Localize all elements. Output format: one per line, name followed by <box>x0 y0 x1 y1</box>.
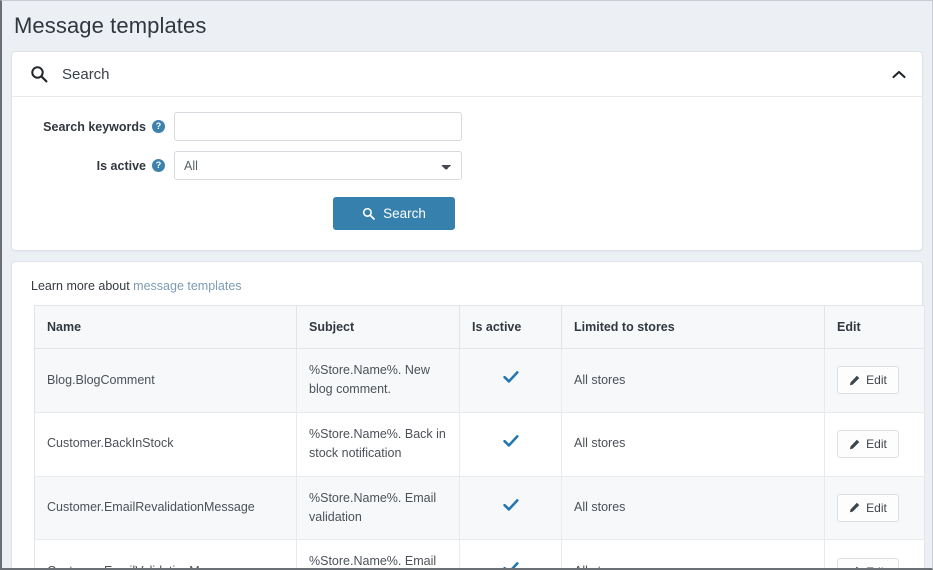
cell-edit: Edit <box>825 540 925 570</box>
cell-subject: %Store.Name%. New blog comment. <box>297 349 460 413</box>
is-active-label: Is active ? <box>12 159 174 173</box>
cell-is-active <box>460 540 562 570</box>
page-header: Message templates <box>2 1 932 45</box>
is-active-select[interactable]: All <box>174 151 462 180</box>
search-form: Search keywords ? Is active ? All <box>12 97 922 250</box>
table-row: Customer.EmailRevalidationMessage %Store… <box>35 476 925 540</box>
cell-stores: All stores <box>562 349 825 413</box>
search-keywords-label-text: Search keywords <box>43 120 146 134</box>
message-templates-link[interactable]: message templates <box>133 279 241 293</box>
search-icon <box>362 207 375 220</box>
pencil-icon <box>849 375 860 386</box>
pencil-icon <box>849 502 860 513</box>
edit-button-label: Edit <box>866 373 887 387</box>
cell-name: Customer.EmailValidationMessage <box>35 540 297 570</box>
column-header-name[interactable]: Name <box>35 306 297 349</box>
cell-is-active <box>460 476 562 540</box>
app-window: Message templates Search Search keywords <box>0 0 933 570</box>
cell-subject: %Store.Name%. Back in stock notification <box>297 412 460 476</box>
check-icon <box>503 434 519 448</box>
cell-name: Customer.EmailRevalidationMessage <box>35 476 297 540</box>
table-body: Blog.BlogComment %Store.Name%. New blog … <box>35 349 925 570</box>
templates-table-wrapper: Name Subject Is active Limited to stores… <box>12 305 922 570</box>
chevron-up-icon[interactable] <box>892 70 906 79</box>
cell-stores: All stores <box>562 476 825 540</box>
cell-is-active <box>460 412 562 476</box>
search-panel: Search Search keywords ? Is active ? <box>11 51 923 251</box>
cell-name: Blog.BlogComment <box>35 349 297 413</box>
cell-name: Customer.BackInStock <box>35 412 297 476</box>
search-keywords-input[interactable] <box>174 112 462 141</box>
learn-more-text: Learn more about message templates <box>12 262 922 305</box>
check-icon <box>503 370 519 384</box>
column-header-limited-to-stores[interactable]: Limited to stores <box>562 306 825 349</box>
search-icon <box>30 65 48 83</box>
search-panel-header[interactable]: Search <box>12 52 922 97</box>
table-row: Customer.EmailValidationMessage %Store.N… <box>35 540 925 570</box>
edit-button[interactable]: Edit <box>837 430 899 458</box>
is-active-label-text: Is active <box>97 159 146 173</box>
pencil-icon <box>849 566 860 570</box>
search-keywords-label: Search keywords ? <box>12 120 174 134</box>
table-head: Name Subject Is active Limited to stores… <box>35 306 925 349</box>
search-button[interactable]: Search <box>333 197 455 230</box>
table-row: Blog.BlogComment %Store.Name%. New blog … <box>35 349 925 413</box>
table-row: Customer.BackInStock %Store.Name%. Back … <box>35 412 925 476</box>
search-button-label: Search <box>383 206 426 221</box>
pencil-icon <box>849 439 860 450</box>
help-circle-icon[interactable]: ? <box>152 120 165 133</box>
search-panel-title: Search <box>62 66 892 83</box>
column-header-edit: Edit <box>825 306 925 349</box>
table-header-row: Name Subject Is active Limited to stores… <box>35 306 925 349</box>
edit-button-label: Edit <box>866 501 887 515</box>
help-circle-icon[interactable]: ? <box>152 159 165 172</box>
column-header-is-active[interactable]: Is active <box>460 306 562 349</box>
templates-table: Name Subject Is active Limited to stores… <box>34 305 925 570</box>
form-row-keywords: Search keywords ? <box>12 112 922 141</box>
column-header-subject[interactable]: Subject <box>297 306 460 349</box>
cell-edit: Edit <box>825 476 925 540</box>
edit-button-label: Edit <box>866 437 887 451</box>
learn-more-prefix: Learn more about <box>31 279 130 293</box>
edit-button[interactable]: Edit <box>837 558 899 570</box>
edit-button[interactable]: Edit <box>837 494 899 522</box>
cell-stores: All stores <box>562 412 825 476</box>
templates-panel: Learn more about message templates Name … <box>11 261 923 570</box>
check-icon <box>503 561 519 570</box>
edit-button[interactable]: Edit <box>837 366 899 394</box>
cell-subject: %Store.Name%. Email validation <box>297 476 460 540</box>
edit-button-label: Edit <box>866 565 887 570</box>
form-row-is-active: Is active ? All <box>12 151 922 180</box>
cell-stores: All stores <box>562 540 825 570</box>
check-icon <box>503 498 519 512</box>
cell-subject: %Store.Name%. Email validation <box>297 540 460 570</box>
cell-edit: Edit <box>825 412 925 476</box>
search-submit-row: Search <box>12 197 922 230</box>
cell-is-active <box>460 349 562 413</box>
page-title: Message templates <box>14 14 206 38</box>
cell-edit: Edit <box>825 349 925 413</box>
